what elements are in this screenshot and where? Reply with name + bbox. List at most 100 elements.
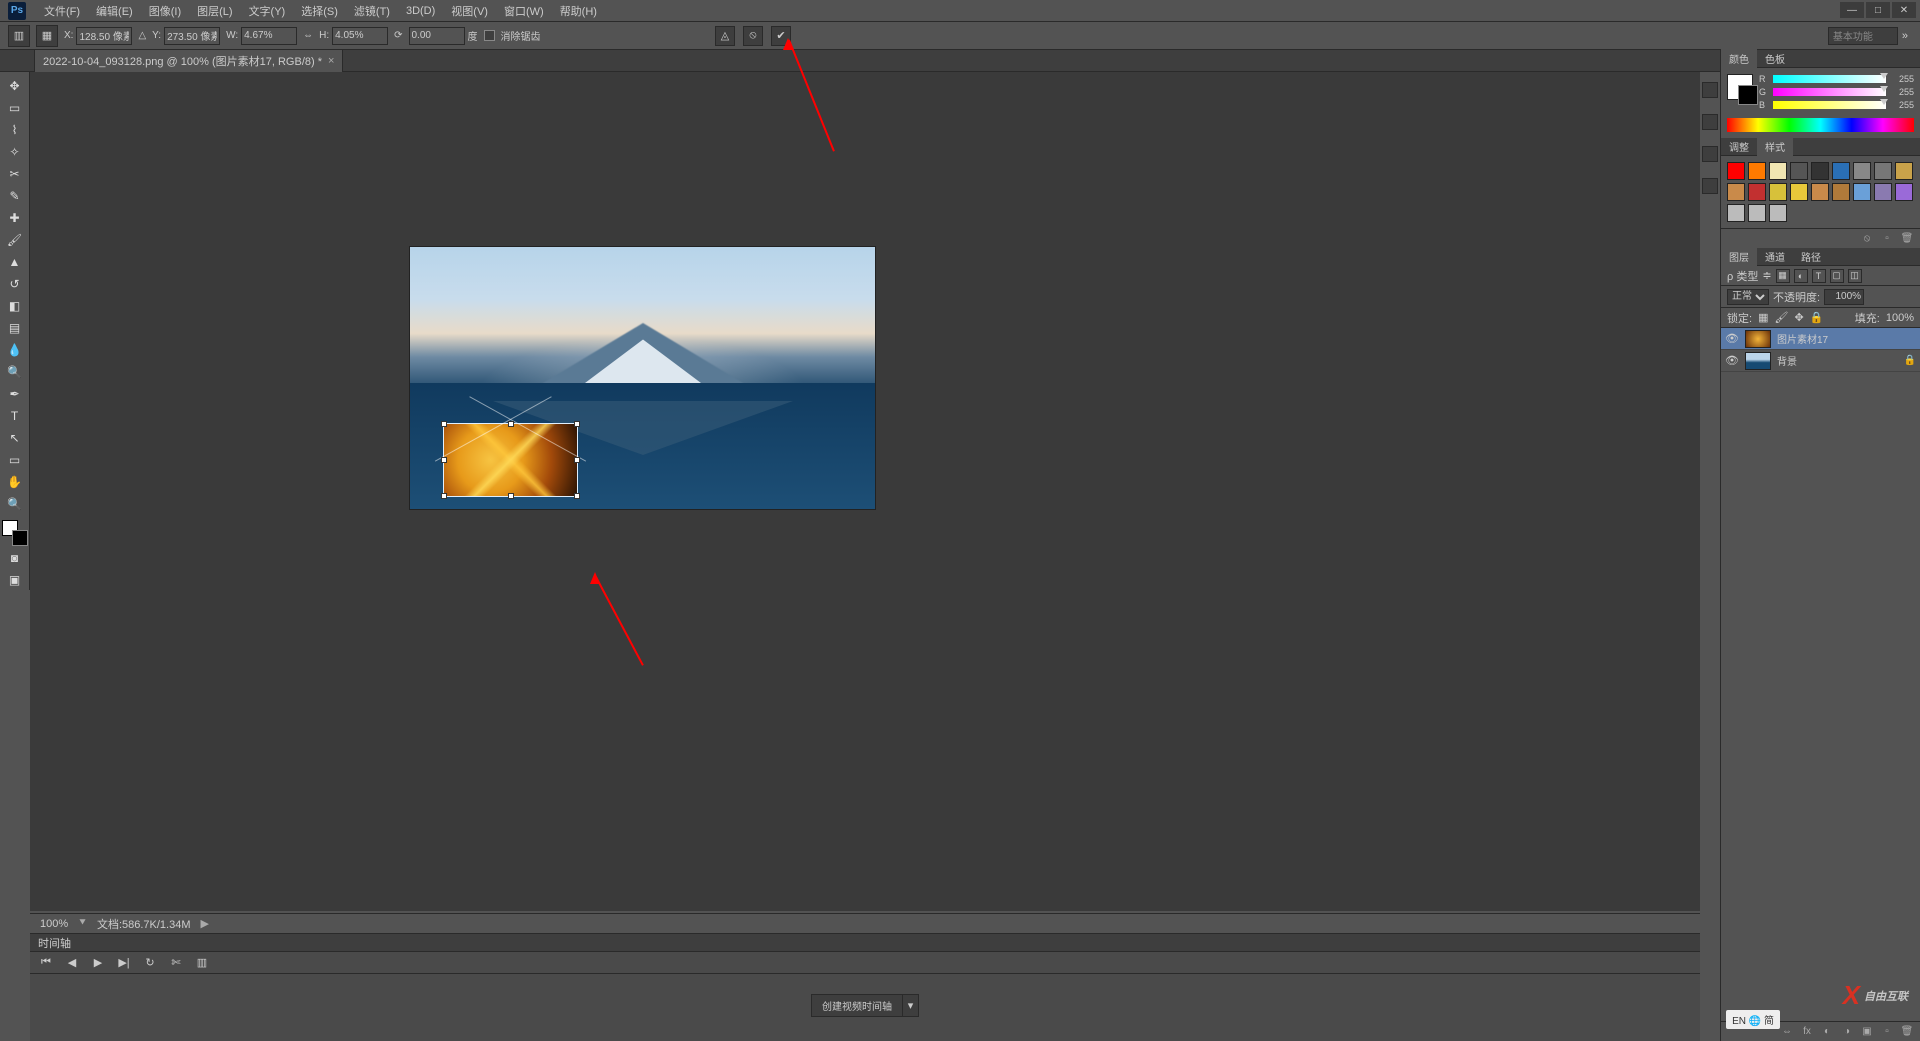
opt-w-input[interactable] bbox=[241, 27, 297, 45]
move-tool-icon[interactable]: ✥ bbox=[3, 76, 27, 96]
status-menu-icon[interactable]: ▶ bbox=[201, 917, 209, 930]
transform-handle-tm[interactable] bbox=[508, 421, 514, 427]
transform-handle-br[interactable] bbox=[574, 493, 580, 499]
timeline-loop-icon[interactable]: ↻ bbox=[142, 955, 158, 971]
slider-r-value[interactable]: 255 bbox=[1890, 74, 1914, 84]
create-timeline-dropdown-icon[interactable]: ▾ bbox=[903, 994, 919, 1017]
transform-handle-bm[interactable] bbox=[508, 493, 514, 499]
menu-type[interactable]: 文字(Y) bbox=[241, 1, 294, 21]
style-swatch-12[interactable] bbox=[1790, 183, 1808, 201]
tool-preset-icon[interactable]: ▥ bbox=[8, 25, 30, 47]
style-swatch-14[interactable] bbox=[1832, 183, 1850, 201]
dodge-tool-icon[interactable]: 🔍 bbox=[3, 362, 27, 382]
window-minimize-button[interactable]: — bbox=[1840, 2, 1864, 18]
tab-paths[interactable]: 路径 bbox=[1793, 247, 1829, 266]
style-swatch-10[interactable] bbox=[1748, 183, 1766, 201]
delete-style-icon[interactable]: 🗑 bbox=[1900, 232, 1914, 246]
tab-layers[interactable]: 图层 bbox=[1721, 247, 1757, 266]
antialias-checkbox[interactable] bbox=[484, 30, 495, 41]
style-swatch-20[interactable] bbox=[1769, 204, 1787, 222]
zoom-menu-icon[interactable]: ⯆ bbox=[78, 917, 87, 930]
window-close-button[interactable]: ✕ bbox=[1892, 2, 1916, 18]
style-swatch-15[interactable] bbox=[1853, 183, 1871, 201]
style-swatch-3[interactable] bbox=[1790, 162, 1808, 180]
style-swatch-0[interactable] bbox=[1727, 162, 1745, 180]
menu-select[interactable]: 选择(S) bbox=[293, 1, 346, 21]
pen-tool-icon[interactable]: ✒ bbox=[3, 384, 27, 404]
history-panel-icon[interactable] bbox=[1702, 82, 1718, 98]
slider-b-bar[interactable] bbox=[1773, 101, 1886, 109]
healing-tool-icon[interactable]: ✚ bbox=[3, 208, 27, 228]
timeline-play-icon[interactable]: ▶ bbox=[90, 955, 106, 971]
tab-color[interactable]: 颜色 bbox=[1721, 49, 1757, 68]
style-swatch-6[interactable] bbox=[1853, 162, 1871, 180]
transform-handle-ml[interactable] bbox=[441, 457, 447, 463]
placed-smart-object[interactable] bbox=[443, 423, 578, 497]
transform-handle-bl[interactable] bbox=[441, 493, 447, 499]
workspace-combo[interactable]: 基本功能 bbox=[1828, 27, 1898, 45]
lock-all-icon[interactable]: 🔒 bbox=[1810, 311, 1824, 324]
cancel-transform-icon[interactable]: ⦸ bbox=[743, 26, 763, 46]
magic-wand-tool-icon[interactable]: ✧ bbox=[3, 142, 27, 162]
create-video-timeline-button[interactable]: 创建视频时间轴 bbox=[811, 994, 903, 1017]
slider-g-value[interactable]: 255 bbox=[1890, 87, 1914, 97]
workspace-menu-icon[interactable]: » bbox=[1902, 30, 1908, 42]
screen-mode-icon[interactable]: ▣ bbox=[3, 570, 27, 590]
crop-tool-icon[interactable]: ✂ bbox=[3, 164, 27, 184]
slider-r-bar[interactable] bbox=[1773, 75, 1886, 83]
style-swatch-13[interactable] bbox=[1811, 183, 1829, 201]
lasso-tool-icon[interactable]: ⌇ bbox=[3, 120, 27, 140]
style-swatch-4[interactable] bbox=[1811, 162, 1829, 180]
transform-handle-tl[interactable] bbox=[441, 421, 447, 427]
layer-visibility-icon[interactable]: 👁 bbox=[1725, 332, 1739, 345]
layer-thumbnail[interactable] bbox=[1745, 330, 1771, 348]
filter-type-icon[interactable]: T bbox=[1812, 269, 1826, 283]
path-select-tool-icon[interactable]: ↖ bbox=[3, 428, 27, 448]
layer-mask-icon[interactable]: ◐ bbox=[1820, 1025, 1834, 1039]
style-swatch-7[interactable] bbox=[1874, 162, 1892, 180]
eyedropper-tool-icon[interactable]: ✎ bbox=[3, 186, 27, 206]
layer-name[interactable]: 图片素材17 bbox=[1777, 331, 1916, 346]
fill-value[interactable]: 100% bbox=[1886, 312, 1914, 324]
tab-channels[interactable]: 通道 bbox=[1757, 247, 1793, 266]
filter-pixel-icon[interactable]: ▦ bbox=[1776, 269, 1790, 283]
window-maximize-button[interactable]: □ bbox=[1866, 2, 1890, 18]
character-panel-icon[interactable] bbox=[1702, 114, 1718, 130]
paragraph-panel-icon[interactable] bbox=[1702, 146, 1718, 162]
opt-x-input[interactable] bbox=[76, 27, 132, 45]
style-swatch-11[interactable] bbox=[1769, 183, 1787, 201]
type-tool-icon[interactable]: T bbox=[3, 406, 27, 426]
tab-swatches[interactable]: 色板 bbox=[1757, 49, 1793, 68]
hand-tool-icon[interactable]: ✋ bbox=[3, 472, 27, 492]
document-tab[interactable]: 2022-10-04_093128.png @ 100% (图片素材17, RG… bbox=[34, 49, 343, 72]
new-layer-icon[interactable]: ▫ bbox=[1880, 1025, 1894, 1039]
menu-filter[interactable]: 滤镜(T) bbox=[346, 1, 398, 21]
lock-pixels-icon[interactable]: 🖌 bbox=[1774, 311, 1788, 324]
filter-smart-icon[interactable]: ◫ bbox=[1848, 269, 1862, 283]
color-spectrum[interactable] bbox=[1727, 118, 1914, 132]
marquee-tool-icon[interactable]: ▭ bbox=[3, 98, 27, 118]
adjustment-layer-icon[interactable]: ◑ bbox=[1840, 1025, 1854, 1039]
stamp-tool-icon[interactable]: ▲ bbox=[3, 252, 27, 272]
zoom-level[interactable]: 100% bbox=[40, 918, 68, 930]
style-swatch-18[interactable] bbox=[1727, 204, 1745, 222]
fg-bg-swatch[interactable] bbox=[1727, 74, 1753, 100]
menu-layer[interactable]: 图层(L) bbox=[189, 1, 240, 21]
style-swatch-17[interactable] bbox=[1895, 183, 1913, 201]
layer-row-0[interactable]: 👁 图片素材17 bbox=[1721, 328, 1920, 350]
layer-thumbnail[interactable] bbox=[1745, 352, 1771, 370]
timeline-cut-icon[interactable]: ✄ bbox=[168, 955, 184, 971]
shape-tool-icon[interactable]: ▭ bbox=[3, 450, 27, 470]
transform-handle-tr[interactable] bbox=[574, 421, 580, 427]
filter-shape-icon[interactable]: ▢ bbox=[1830, 269, 1844, 283]
document-tab-close-icon[interactable]: × bbox=[328, 55, 334, 67]
style-swatch-19[interactable] bbox=[1748, 204, 1766, 222]
timeline-prev-frame-icon[interactable]: ◀ bbox=[64, 955, 80, 971]
warp-mode-icon[interactable]: ◬ bbox=[715, 26, 735, 46]
link-wh-icon[interactable]: ⇔ bbox=[303, 30, 313, 41]
opacity-value[interactable]: 100% bbox=[1824, 289, 1864, 305]
blur-tool-icon[interactable]: 💧 bbox=[3, 340, 27, 360]
menu-file[interactable]: 文件(F) bbox=[36, 1, 88, 21]
style-swatch-9[interactable] bbox=[1727, 183, 1745, 201]
layer-fx-icon[interactable]: fx bbox=[1800, 1025, 1814, 1039]
